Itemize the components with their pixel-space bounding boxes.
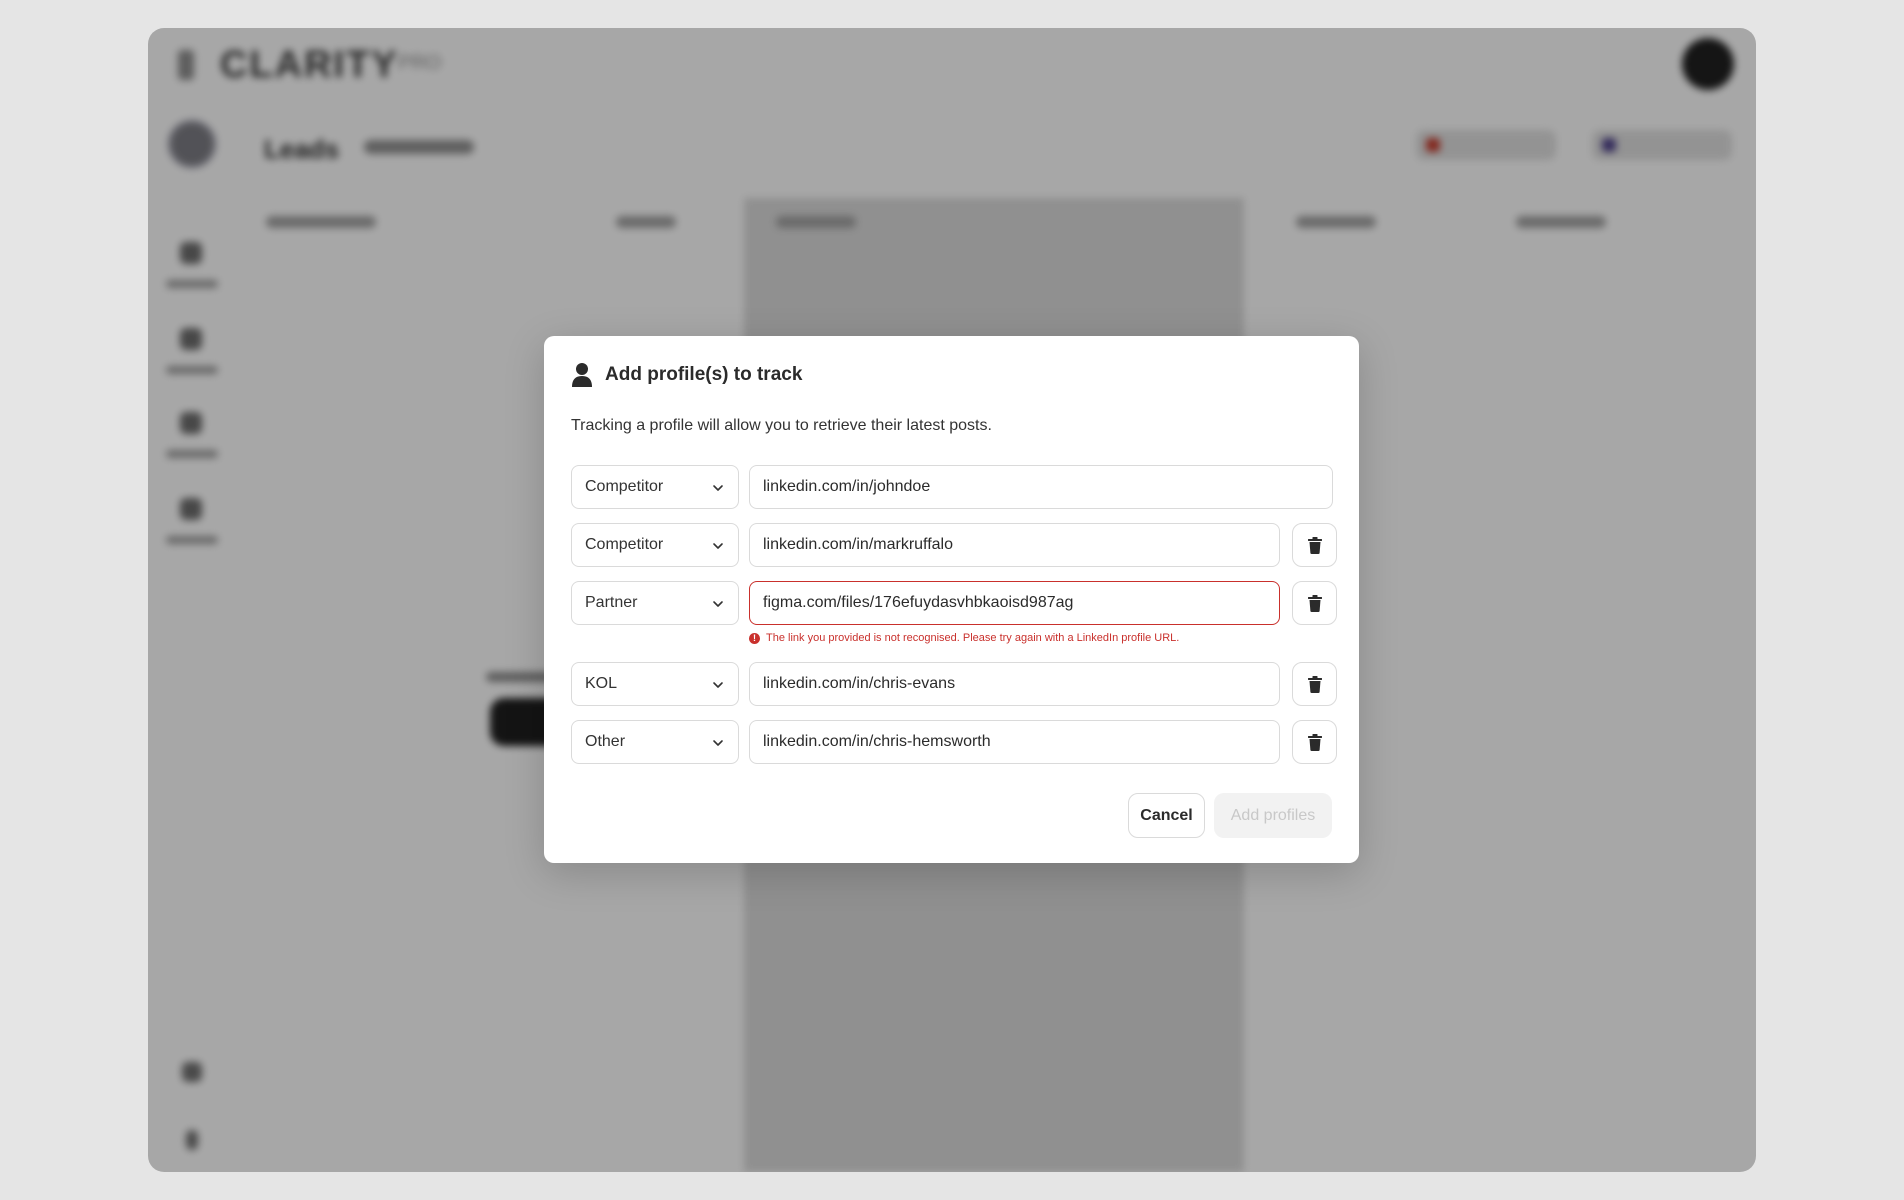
modal-title: Add profile(s) to track [605, 364, 803, 385]
add-profiles-modal: Add profile(s) to track Tracking a profi… [544, 336, 1359, 863]
cancel-button[interactable]: Cancel [1128, 793, 1205, 838]
profile-url-input[interactable]: linkedin.com/in/chris-hemsworth [749, 720, 1280, 764]
category-select[interactable]: Other [571, 720, 739, 764]
category-select[interactable]: Partner [571, 581, 739, 625]
category-select[interactable]: Competitor [571, 465, 739, 509]
category-value: Competitor [585, 478, 664, 495]
chevron-down-icon [713, 682, 723, 688]
chevron-down-icon [713, 485, 723, 491]
trash-icon [1307, 733, 1322, 751]
profile-url-input[interactable]: linkedin.com/in/markruffalo [749, 523, 1280, 567]
category-value: KOL [585, 675, 618, 692]
modal-header: Add profile(s) to track [571, 362, 802, 388]
chevron-down-icon [713, 601, 723, 607]
error-text: The link you provided is not recognised.… [766, 632, 1180, 644]
profile-url-input[interactable]: linkedin.com/in/johndoe [749, 465, 1333, 509]
trash-icon [1307, 594, 1322, 612]
profile-url-input[interactable]: figma.com/files/176efuydasvhbkaoisd987ag [749, 581, 1280, 625]
validation-error: ! The link you provided is not recognise… [749, 632, 1179, 644]
category-select[interactable]: KOL [571, 662, 739, 706]
modal-description: Tracking a profile will allow you to ret… [571, 417, 992, 434]
delete-row-button[interactable] [1292, 581, 1337, 625]
user-icon [572, 363, 592, 387]
chevron-down-icon [713, 543, 723, 549]
delete-row-button[interactable] [1292, 662, 1337, 706]
delete-row-button[interactable] [1292, 523, 1337, 567]
category-value: Competitor [585, 536, 664, 553]
category-select[interactable]: Competitor [571, 523, 739, 567]
profile-url-input[interactable]: linkedin.com/in/chris-evans [749, 662, 1280, 706]
error-icon: ! [749, 632, 760, 644]
delete-row-button[interactable] [1292, 720, 1337, 764]
trash-icon [1307, 536, 1322, 554]
profile-url-value: linkedin.com/in/markruffalo [763, 536, 954, 553]
trash-icon [1307, 675, 1322, 693]
profile-url-value: figma.com/files/176efuydasvhbkaoisd987ag [763, 594, 1074, 611]
add-profiles-button[interactable]: Add profiles [1214, 793, 1332, 838]
category-value: Partner [585, 594, 638, 611]
chevron-down-icon [713, 740, 723, 746]
profile-url-value: linkedin.com/in/chris-evans [763, 675, 956, 692]
category-value: Other [585, 733, 626, 750]
profile-url-value: linkedin.com/in/johndoe [763, 478, 931, 495]
profile-url-value: linkedin.com/in/chris-hemsworth [763, 733, 991, 750]
